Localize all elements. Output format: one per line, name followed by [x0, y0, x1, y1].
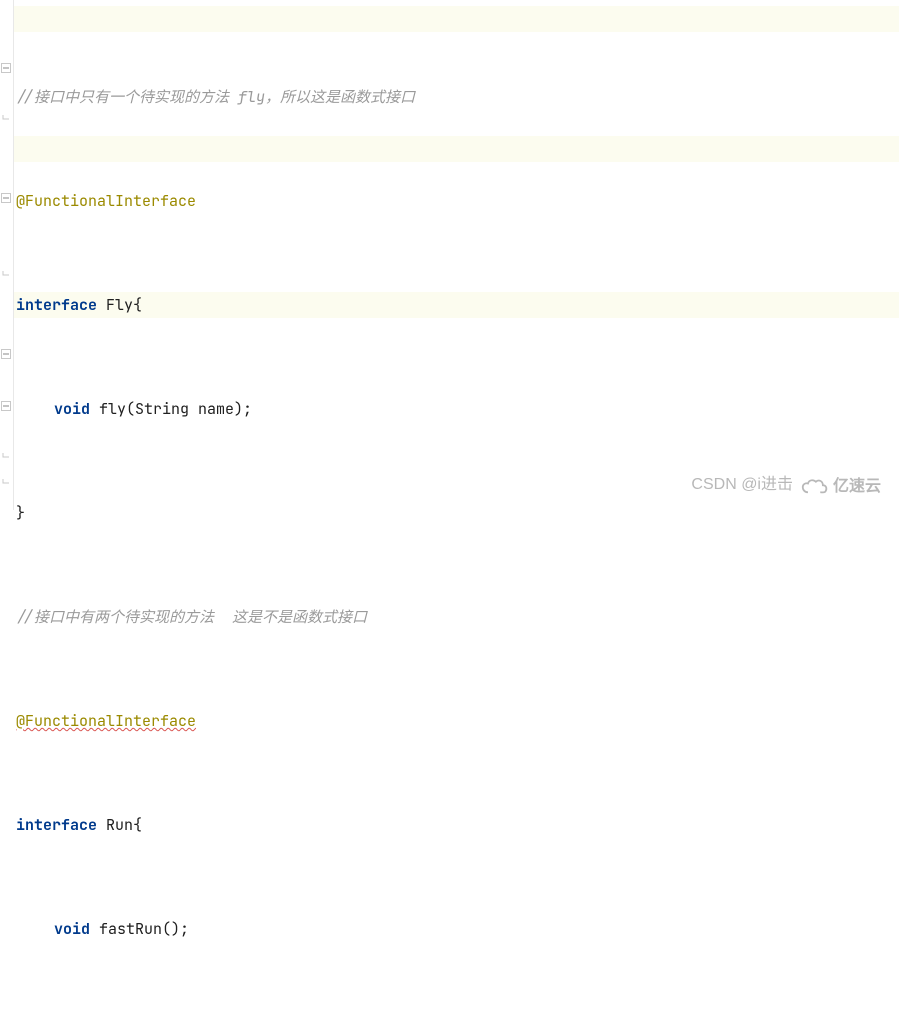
cloud-icon — [801, 477, 829, 497]
keyword-void: void — [54, 916, 90, 942]
fold-close-icon — [1, 453, 11, 463]
watermark-csdn: CSDN @i进击 — [691, 472, 793, 498]
annotation: @FunctionalInterface — [16, 188, 196, 214]
method-sig: fly(String name); — [90, 396, 252, 422]
fold-minus-icon[interactable] — [1, 401, 11, 411]
keyword-interface: interface — [16, 812, 97, 838]
type-name: Fly{ — [97, 292, 142, 318]
brace-close: } — [16, 500, 25, 526]
keyword-void: void — [54, 396, 90, 422]
fold-minus-icon[interactable] — [1, 193, 11, 203]
editor-gutter — [0, 0, 14, 510]
watermark-brand: 亿速云 — [801, 472, 887, 502]
fold-close-icon — [1, 271, 11, 281]
comment-line: //接口中有两个待实现的方法 这是不是函数式接口 — [16, 604, 367, 630]
type-name: Run{ — [97, 812, 142, 838]
fold-close-icon — [1, 479, 11, 489]
annotation-error: @FunctionalInterface — [16, 708, 196, 734]
fold-minus-icon[interactable] — [1, 63, 11, 73]
fold-minus-icon[interactable] — [1, 349, 11, 359]
keyword-interface: interface — [16, 292, 97, 318]
watermark-brand-text: 亿速云 — [833, 474, 881, 500]
method-sig: fastRun(); — [90, 916, 189, 942]
comment-line: //接口中只有一个待实现的方法 fly，所以这是函数式接口 — [16, 84, 415, 110]
fold-close-icon — [1, 115, 11, 125]
code-editor[interactable]: //接口中只有一个待实现的方法 fly，所以这是函数式接口 @Functiona… — [16, 6, 820, 1020]
